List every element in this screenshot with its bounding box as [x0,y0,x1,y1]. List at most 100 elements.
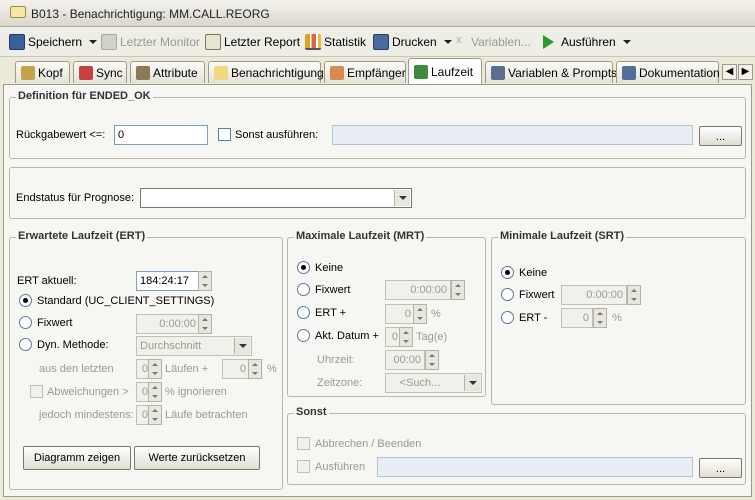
reset-values-button[interactable]: Werte zurücksetzen [134,446,260,470]
variables-button[interactable]: x Variablen... [456,32,531,52]
tab-sync[interactable]: Sync [73,61,127,83]
ert-current-input[interactable]: 184:24:17 [136,271,200,291]
runs-plus-spinner[interactable] [248,359,262,379]
tab-scroll-left-button[interactable]: ◀ [722,64,737,80]
mrt-time-spinner[interactable] [425,350,439,370]
last-runs-spinner[interactable] [148,359,162,379]
ert-group: Erwartete Laufzeit (ERT) ERT aktuell: 18… [9,230,283,490]
tab-variablen-prompts[interactable]: Variablen & Prompts [485,61,617,83]
mrt-fixed-label: Fixwert [315,284,351,296]
book-icon [622,65,636,80]
tab-kopf[interactable]: Kopf [15,61,70,83]
return-value-label: Rückgabewert <=: [16,129,106,141]
runs-plus-input[interactable]: 0 [222,359,250,379]
chevron-down-icon[interactable] [443,40,452,44]
chevron-down-icon[interactable] [622,40,631,44]
ended-ok-legend: Definition für ENDED_OK [16,90,153,102]
mrt-legend: Maximale Laufzeit (MRT) [294,230,427,242]
mrt-ert-plus-input[interactable]: 0 [385,304,415,324]
return-value-input[interactable]: 0 [114,125,208,145]
forecast-group: Endstatus für Prognose: [9,167,746,219]
ert-fixed-input[interactable]: 0:00:00 [136,314,200,334]
tab-empfaenger[interactable]: Empfänger [324,61,406,83]
ert-standard-radio[interactable] [19,294,32,307]
mrt-days-label: Tag(e) [416,331,448,343]
mrt-none-radio[interactable] [297,261,310,274]
execute-button[interactable]: Ausführen [543,32,631,52]
ert-current-label: ERT aktuell: [17,275,77,287]
chevron-down-icon[interactable] [464,375,480,391]
else-run-checkbox[interactable] [297,460,310,473]
srt-ert-minus-radio[interactable] [501,311,514,324]
mrt-ert-plus-radio[interactable] [297,306,310,319]
chevron-down-icon[interactable] [89,40,98,44]
ert-fixed-spinner[interactable] [198,314,212,334]
play-icon [543,35,554,49]
ert-legend: Erwartete Laufzeit (ERT) [16,230,148,242]
tab-scroll-right-button[interactable]: ▶ [738,64,753,80]
minimum-label: jedoch mindestens: [39,409,134,421]
attribute-icon [136,65,150,80]
else-run-input[interactable] [377,457,693,477]
mrt-time-input[interactable]: 00:00 [385,350,425,370]
srt-ert-minus-input[interactable]: 0 [561,308,593,328]
mrt-date-radio[interactable] [297,329,310,342]
consider-label: Läufe betrachten [165,409,248,421]
ert-fixed-radio[interactable] [19,316,32,329]
srt-fixed-spinner[interactable] [627,285,641,305]
ert-current-spinner[interactable] [198,271,212,291]
else-execute-input[interactable] [332,125,693,145]
else-execute-browse-button[interactable]: ... [699,126,742,146]
srt-legend: Minimale Laufzeit (SRT) [498,230,627,242]
mrt-date-spinner[interactable] [399,327,413,347]
srt-ert-minus-spinner[interactable] [593,308,607,328]
deviations-checkbox[interactable] [30,385,43,398]
forecast-status-select[interactable] [140,188,412,208]
ert-dyn-method-select[interactable]: Durchschnitt [136,336,252,356]
runs-plus-percent: % [267,363,277,375]
statistics-button[interactable]: Statistik [305,32,366,52]
mrt-fixed-input[interactable]: 0:00:00 [385,280,451,300]
tab-attribute[interactable]: Attribute [130,61,205,83]
deviations-spinner[interactable] [148,382,162,402]
else-execute-checkbox[interactable] [218,128,231,141]
tab-benachrichtigung[interactable]: Benachrichtigung [208,61,324,83]
toolbar: Speichern Letzter Monitor Letzter Report… [0,27,755,57]
show-diagram-button[interactable]: Diagramm zeigen [23,446,131,470]
save-button[interactable]: Speichern [9,32,98,52]
srt-fixed-label: Fixwert [519,289,555,301]
srt-ert-minus-label: ERT - [519,312,548,324]
window-title: B013 - Benachrichtigung: MM.CALL.REORG [31,7,270,21]
sync-icon [79,65,93,80]
tab-laufzeit[interactable]: Laufzeit [408,58,482,84]
mrt-ert-plus-spinner[interactable] [413,304,427,324]
variables-icon [491,65,505,80]
else-run-browse-button[interactable]: ... [699,458,742,478]
tab-dokumentation[interactable]: Dokumentation [616,61,720,83]
ert-fixed-label: Fixwert [37,317,73,329]
forecast-status-label: Endstatus für Prognose: [16,192,135,204]
srt-fixed-radio[interactable] [501,288,514,301]
else-legend: Sonst [294,406,329,418]
srt-none-radio[interactable] [501,266,514,279]
last-monitor-button[interactable]: Letzter Monitor [101,32,200,52]
document-icon [21,65,35,80]
envelope-icon [10,6,26,18]
mrt-group: Maximale Laufzeit (MRT) Keine Fixwert 0:… [287,230,486,397]
srt-fixed-input[interactable]: 0:00:00 [561,285,627,305]
chevron-down-icon[interactable] [234,338,250,354]
runtime-icon [414,64,428,79]
mrt-zone-select[interactable]: <Such... [385,373,482,393]
ert-dyn-radio[interactable] [19,338,32,351]
last-report-button[interactable]: Letzter Report [205,32,300,52]
chevron-down-icon[interactable] [394,190,410,206]
mrt-fixed-spinner[interactable] [451,280,465,300]
ended-ok-group: Definition für ENDED_OK Rückgabewert <=:… [9,90,746,159]
minimum-spinner[interactable] [148,405,162,425]
report-icon [205,34,221,50]
mrt-fixed-radio[interactable] [297,283,310,296]
tab-strip: Kopf Sync Attribute Benachrichtigung Emp… [0,58,755,84]
print-button[interactable]: Drucken [373,32,452,52]
abort-checkbox[interactable] [297,437,310,450]
else-run-label: Ausführen [315,461,366,473]
